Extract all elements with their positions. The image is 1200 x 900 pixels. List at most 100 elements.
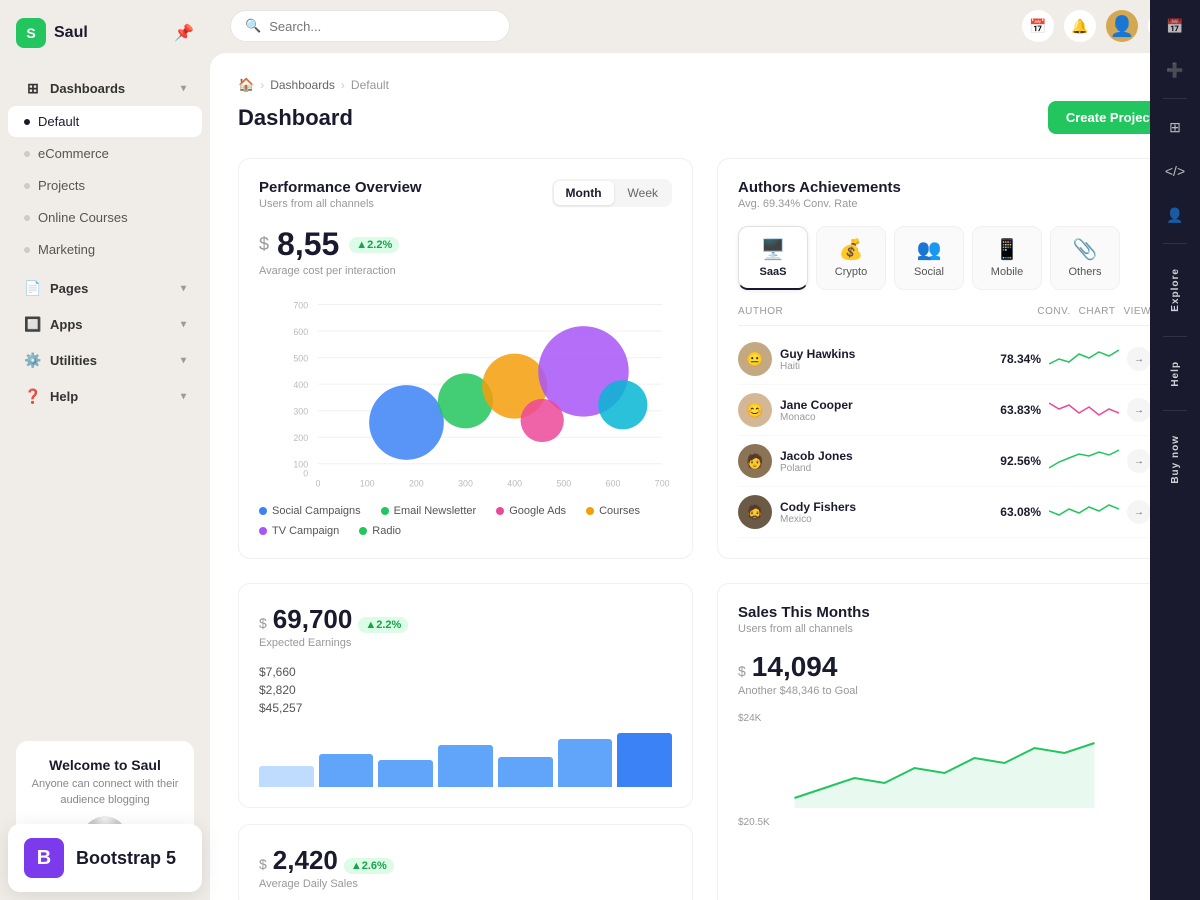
author-row: 😐 Guy Hawkins Haiti 78.34% → (738, 334, 1151, 385)
earnings-item2: $2,820 (259, 683, 672, 697)
chevron-down-icon: ▾ (181, 319, 186, 330)
tab-crypto[interactable]: 💰 Crypto (816, 226, 886, 290)
tab-saas[interactable]: 🖥️ SaaS (738, 226, 808, 290)
nav-item-default[interactable]: Default (8, 106, 202, 137)
mini-chart-jacob (1049, 446, 1119, 476)
v-label-help[interactable]: Help (1170, 349, 1181, 399)
calendar-icon-btn[interactable]: 📅 (1022, 10, 1054, 42)
authors-card-header: Authors Achievements Avg. 69.34% Conv. R… (738, 179, 1151, 210)
legend-radio: Radio (359, 525, 401, 537)
svg-text:400: 400 (293, 380, 308, 390)
conv-rate: 63.83% (1000, 403, 1041, 417)
author-location: Mexico (780, 514, 856, 525)
earnings-badge: ▲2.2% (358, 617, 408, 633)
dot-icon (24, 183, 30, 189)
breadcrumb-dashboards[interactable]: Dashboards (270, 78, 335, 92)
nav-item-ecommerce[interactable]: eCommerce (8, 138, 202, 169)
sales-card: Sales This Months Users from all channel… (717, 583, 1172, 900)
page-header: Dashboard Create Project (238, 101, 1172, 134)
svg-text:300: 300 (293, 407, 308, 417)
welcome-title: Welcome to Saul (28, 757, 182, 773)
dot-icon (24, 151, 30, 157)
v-icon-user[interactable]: 👤 (1159, 199, 1191, 231)
metric-value: $ 8,55 (259, 226, 339, 263)
v-icon-code[interactable]: </> (1159, 155, 1191, 187)
svg-text:500: 500 (293, 354, 308, 364)
metric-badge: ▲2.2% (349, 237, 399, 253)
online-courses-label: Online Courses (38, 210, 128, 225)
sales-titles: Sales This Months Users from all channel… (738, 604, 870, 635)
welcome-subtitle: Anyone can connect with their audience b… (28, 777, 182, 808)
svg-text:500: 500 (556, 478, 571, 488)
v-icon-grid[interactable]: ⊞ (1159, 111, 1191, 143)
sales-y-label-low: $20.5K (738, 817, 1151, 828)
tab-week[interactable]: Week (616, 181, 670, 205)
earnings-card-header: $ 69,700 ▲2.2% Expected Earnings (259, 604, 672, 649)
author-details-guy: Guy Hawkins Haiti (780, 347, 855, 372)
chevron-down-icon: ▾ (181, 83, 186, 94)
daily-badge: ▲2.6% (344, 858, 394, 874)
legend-dot (259, 507, 267, 515)
sales-note: Another $48,346 to Goal (738, 685, 1151, 697)
earnings-currency: $ (259, 615, 267, 631)
breadcrumb: 🏠 › Dashboards › Default (238, 77, 1172, 93)
legend-tv: TV Campaign (259, 525, 339, 537)
authors-title: Authors Achievements (738, 179, 901, 196)
nav-item-help[interactable]: ❓ Help ▾ (8, 379, 202, 413)
breadcrumb-default: Default (351, 78, 389, 92)
chevron-down-icon: ▾ (181, 283, 186, 294)
main-area: 🔍 📅 🔔 👤 ⚙ 🏠 › Dashboards › Default Dashb… (210, 0, 1200, 900)
daily-sales-card: $ 2,420 ▲2.6% Average Daily Sales (238, 824, 693, 900)
content-area: 🏠 › Dashboards › Default Dashboard Creat… (210, 53, 1200, 900)
svg-text:200: 200 (409, 478, 424, 488)
nav-item-online-courses[interactable]: Online Courses (8, 202, 202, 233)
tab-mobile[interactable]: 📱 Mobile (972, 226, 1042, 290)
nav-item-dashboards[interactable]: ⊞ Dashboards ▾ (8, 71, 202, 105)
crypto-icon: 💰 (839, 237, 864, 262)
view-btn-jane[interactable]: → (1127, 398, 1151, 422)
v-label-buynow[interactable]: Buy now (1170, 423, 1181, 496)
earnings-label: Expected Earnings (259, 637, 408, 649)
search-input[interactable] (269, 19, 495, 34)
v-separator (1163, 336, 1187, 337)
legend-label: Courses (599, 505, 640, 517)
nav-item-pages[interactable]: 📄 Pages ▾ (8, 271, 202, 305)
legend-dot (496, 507, 504, 515)
nav-item-projects[interactable]: Projects (8, 170, 202, 201)
svg-text:0: 0 (316, 478, 321, 488)
mini-chart-cody (1049, 497, 1119, 527)
nav-item-marketing[interactable]: Marketing (8, 234, 202, 265)
view-btn-cody[interactable]: → (1127, 500, 1151, 524)
bootstrap-icon: B (24, 838, 64, 878)
dashboard-grid: Performance Overview Users from all chan… (238, 158, 1172, 900)
legend-label: Email Newsletter (394, 505, 477, 517)
search-box[interactable]: 🔍 (230, 10, 510, 42)
bar (617, 733, 672, 787)
utilities-label: Utilities (50, 353, 97, 368)
pin-icon[interactable]: 📌 (174, 23, 194, 43)
legend-social: Social Campaigns (259, 505, 361, 517)
home-icon[interactable]: 🏠 (238, 77, 254, 93)
tab-others[interactable]: 📎 Others (1050, 226, 1120, 290)
bar (259, 766, 314, 787)
conv-rate: 63.08% (1000, 505, 1041, 519)
earnings-card: $ 69,700 ▲2.2% Expected Earnings $7,660 … (238, 583, 693, 808)
view-btn-guy[interactable]: → (1127, 347, 1151, 371)
ecommerce-label: eCommerce (38, 146, 109, 161)
nav-item-utilities[interactable]: ⚙️ Utilities ▾ (8, 343, 202, 377)
chevron-down-icon: ▾ (181, 391, 186, 402)
notification-icon-btn[interactable]: 🔔 (1064, 10, 1096, 42)
sales-y-label-high: $24K (738, 713, 1151, 724)
author-row: 🧔 Cody Fishers Mexico 63.08% → (738, 487, 1151, 538)
tab-social[interactable]: 👥 Social (894, 226, 964, 290)
tab-month[interactable]: Month (554, 181, 614, 205)
default-label: Default (38, 114, 79, 129)
view-btn-jacob[interactable]: → (1127, 449, 1151, 473)
author-details-jacob: Jacob Jones Poland (780, 449, 853, 474)
v-label-explore[interactable]: Explore (1170, 256, 1181, 324)
v-icon-add[interactable]: ➕ (1159, 54, 1191, 86)
nav-item-apps[interactable]: 🔲 Apps ▾ (8, 307, 202, 341)
bootstrap-label: Bootstrap 5 (76, 848, 176, 869)
user-avatar[interactable]: 👤 (1106, 10, 1138, 42)
sales-value: 14,094 (752, 651, 838, 683)
